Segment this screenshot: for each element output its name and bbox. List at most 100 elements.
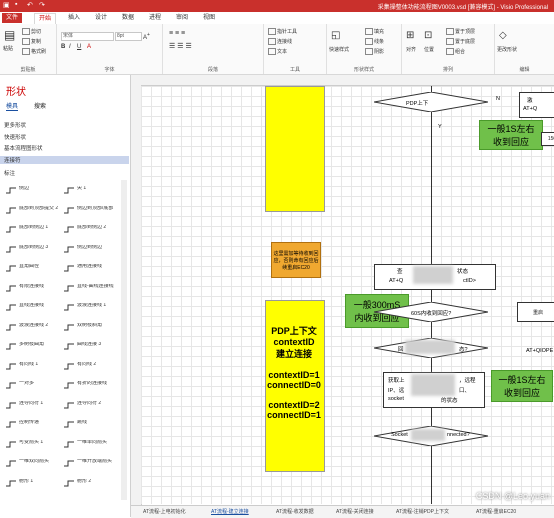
stencil-item[interactable]: 侧边 bbox=[6, 185, 58, 198]
stencil-item[interactable]: 一维开放端箭头 bbox=[64, 458, 116, 471]
stencil-item[interactable]: 连导向符 1 bbox=[6, 400, 58, 413]
text-tool-button[interactable]: 文本 bbox=[268, 48, 287, 56]
stencil-item[interactable]: 波浪连接线 1 bbox=[64, 302, 116, 315]
shadow-button[interactable]: 阴影 bbox=[365, 48, 384, 56]
stencil-item[interactable]: 射形 2 bbox=[64, 478, 116, 491]
copy-button[interactable]: 复制 bbox=[22, 38, 41, 46]
yellow-note-top[interactable] bbox=[265, 86, 325, 212]
stencil-item[interactable]: 底部到侧边 1 bbox=[6, 224, 58, 237]
stencil-item[interactable]: 有向线 1 bbox=[6, 361, 58, 374]
group-button[interactable]: 组合 bbox=[446, 48, 465, 56]
bold-icon[interactable]: B bbox=[61, 44, 65, 50]
green-note-3[interactable]: 一般1S左右 收到回应 bbox=[491, 370, 553, 402]
stencil-item[interactable]: 双树枝斜角 bbox=[64, 322, 116, 335]
stencil-item[interactable]: 多树枝曲角 bbox=[6, 341, 58, 354]
page-tab-close[interactable]: AT流程-关闭连接 bbox=[336, 508, 374, 515]
stencil-item[interactable]: 底部到侧边 2 bbox=[64, 224, 116, 237]
stencil-item[interactable]: 底部到侧边 3 bbox=[6, 244, 58, 257]
stencil-item[interactable]: 通用连接线 bbox=[64, 263, 116, 276]
tab-file[interactable]: 文件 bbox=[2, 13, 23, 23]
position-icon[interactable]: ⊡ bbox=[424, 30, 432, 41]
position-button[interactable]: 位置 bbox=[424, 46, 434, 53]
tab-home[interactable]: 开始 bbox=[34, 13, 57, 24]
align-button[interactable]: 对齐 bbox=[406, 46, 416, 53]
quick-shapes-item[interactable]: 快速形状 bbox=[4, 133, 26, 141]
page-tab-restart[interactable]: AT流程-重启EC20 bbox=[476, 508, 516, 515]
stencil-item[interactable]: 控制传递 bbox=[6, 419, 58, 432]
font-name-select[interactable]: 宋体 bbox=[61, 32, 114, 41]
stencil-item[interactable]: 有限连接线 bbox=[6, 283, 58, 296]
stencil-item[interactable]: 侧边到顶部/底部 bbox=[64, 205, 116, 218]
stencil-item[interactable]: 曲线连接 3 bbox=[64, 341, 116, 354]
italic-icon[interactable]: I bbox=[69, 44, 71, 50]
more-shapes-item[interactable]: 更多形状 bbox=[4, 121, 26, 129]
stencil-item[interactable]: 直角曲径 bbox=[6, 263, 58, 276]
save-icon[interactable]: ▪ bbox=[15, 1, 17, 8]
tab-search[interactable]: 搜索 bbox=[34, 101, 46, 110]
page-tab-power-init[interactable]: AT流程-上电初始化 bbox=[143, 508, 186, 515]
tab-process[interactable]: 进程 bbox=[145, 13, 165, 23]
change-shape-icon[interactable]: ◇ bbox=[499, 30, 507, 41]
stencil-scrollbar[interactable] bbox=[121, 180, 127, 500]
right-box-1[interactable] bbox=[519, 92, 554, 118]
tab-stencils[interactable]: 模具 bbox=[6, 101, 19, 111]
stencil-item[interactable]: 射形 1 bbox=[6, 478, 58, 491]
stencil-item[interactable]: 可变箭头 1 bbox=[6, 439, 58, 452]
orange-note[interactable]: 这里需加等待收到回应，否则命有回应后续重启EC20 bbox=[271, 242, 321, 278]
stencil-item[interactable]: 波浪连接线 2 bbox=[6, 322, 58, 335]
stencil-item[interactable]: 一对多 bbox=[6, 380, 58, 393]
underline-icon[interactable]: U bbox=[77, 44, 81, 50]
stencil-item[interactable]: 一维单向箭头 bbox=[64, 439, 116, 452]
stencil-item[interactable]: 跳线 bbox=[64, 419, 116, 432]
callouts-item[interactable]: 标注 bbox=[4, 169, 15, 177]
redo-icon[interactable]: ↷ bbox=[39, 1, 45, 9]
right-box-2[interactable]: 150 bbox=[541, 132, 554, 146]
bring-front-button[interactable]: 置于顶层 bbox=[446, 28, 475, 36]
paste-icon[interactable]: ▤ bbox=[4, 28, 15, 42]
font-color-icon[interactable]: A bbox=[87, 44, 91, 50]
green-note-1[interactable]: 一般1S左右 收到回应 bbox=[479, 120, 543, 150]
stencil-item[interactable]: 有向线 2 bbox=[64, 361, 116, 374]
tab-view[interactable]: 视图 bbox=[199, 13, 219, 23]
stencil-item[interactable]: 直线连接线 bbox=[6, 302, 58, 315]
paste-button[interactable]: 粘贴 bbox=[3, 45, 13, 52]
align-top-icon[interactable]: ≡ ≡ ≡ bbox=[169, 30, 185, 37]
tab-review[interactable]: 审阅 bbox=[172, 13, 192, 23]
tab-data[interactable]: 数据 bbox=[118, 13, 138, 23]
page-tab-send-recv[interactable]: AT流程-收发数据 bbox=[276, 508, 314, 515]
stencil-item[interactable]: 尖 1 bbox=[64, 185, 116, 198]
page-tab-deregister[interactable]: AT流程-注销PDP上下文 bbox=[396, 508, 449, 515]
connector-shape-icon bbox=[6, 363, 16, 371]
visio-icon[interactable]: ▣ bbox=[3, 1, 10, 9]
pointer-tool-button[interactable]: 指针工具 bbox=[268, 28, 297, 36]
send-back-button[interactable]: 置于底层 bbox=[446, 38, 475, 46]
stencil-item[interactable]: 侧边到侧边 bbox=[64, 244, 116, 257]
undo-icon[interactable]: ↶ bbox=[27, 1, 33, 9]
page-tab-connect[interactable]: AT流程-建立连接 bbox=[211, 508, 249, 515]
font-size-select[interactable]: 8pt bbox=[115, 32, 142, 41]
basic-flowchart-item[interactable]: 基本流程图形状 bbox=[4, 144, 43, 152]
quick-style-icon[interactable]: ◱ bbox=[331, 30, 340, 41]
decision-shape-1[interactable] bbox=[374, 92, 488, 112]
tab-insert[interactable]: 插入 bbox=[64, 13, 84, 23]
align-left-icon[interactable]: ☰ ☰ ☰ bbox=[169, 42, 192, 50]
drawing-canvas[interactable]: PDP上下文 contextID 建立连接 contextID=1 connec… bbox=[141, 86, 554, 504]
stencil-item[interactable]: 有折的连接线 bbox=[64, 380, 116, 393]
line-icon bbox=[365, 38, 373, 46]
line-button[interactable]: 线条 bbox=[365, 38, 384, 46]
quick-style-button[interactable]: 快速样式 bbox=[329, 46, 349, 53]
change-shape-button[interactable]: 更改形状 bbox=[497, 46, 517, 53]
stencil-item[interactable]: 连导向符 2 bbox=[64, 400, 116, 413]
connectors-item[interactable]: 连接符 bbox=[0, 156, 129, 164]
stencil-item[interactable]: 直线-曲线连接线 bbox=[64, 283, 116, 296]
cut-button[interactable]: 剪切 bbox=[22, 28, 41, 36]
grow-font-icon[interactable]: A+ bbox=[143, 32, 150, 41]
stencil-item[interactable]: 底部到顶部提交 2 bbox=[6, 205, 58, 218]
fill-button[interactable]: 填充 bbox=[365, 28, 384, 36]
align-icon[interactable]: ⊞ bbox=[406, 30, 414, 41]
connector-tool-button[interactable]: 连接线 bbox=[268, 38, 292, 46]
tab-design[interactable]: 设计 bbox=[91, 13, 111, 23]
right-box-3[interactable]: 重启 bbox=[517, 302, 554, 322]
format-painter-button[interactable]: 格式刷 bbox=[22, 48, 46, 56]
stencil-item[interactable]: 一维双向箭头 bbox=[6, 458, 58, 471]
